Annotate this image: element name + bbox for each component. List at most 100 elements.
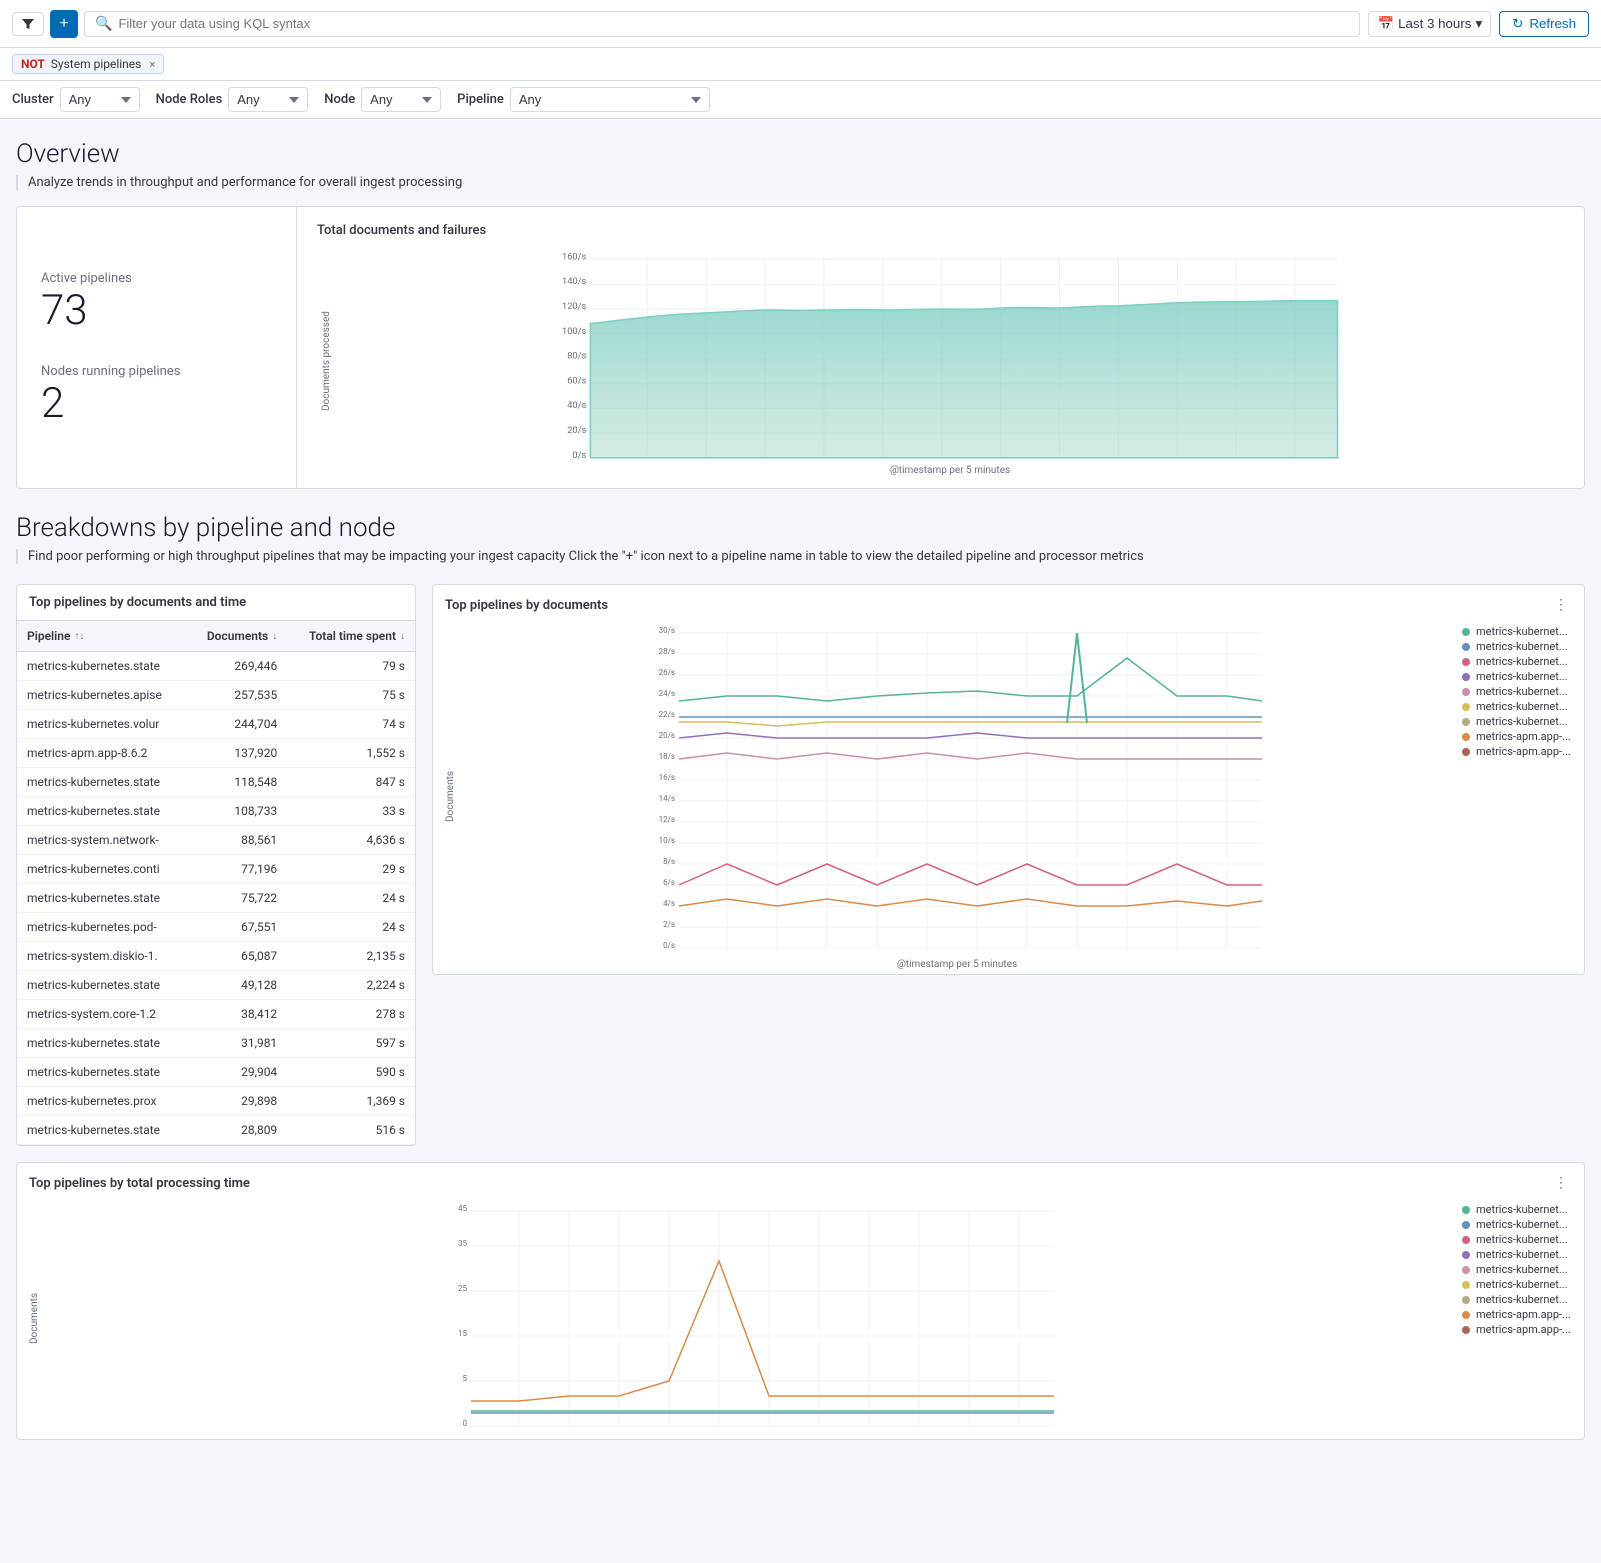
- filter-icon-btn[interactable]: [12, 12, 44, 36]
- table-row: metrics-kubernetes.state 118,548 847 s: [17, 768, 415, 797]
- svg-text:45: 45: [458, 1204, 467, 1213]
- svg-text:160/s: 160/s: [562, 251, 586, 262]
- cluster-select[interactable]: Any: [60, 87, 140, 112]
- svg-text:40/s: 40/s: [567, 400, 586, 411]
- filter-tag-text: System pipelines: [51, 57, 142, 71]
- breakdowns-subtitle: Find poor performing or high throughput …: [16, 549, 1585, 564]
- pipeline-cell: metrics-kubernetes.state: [17, 1058, 188, 1087]
- table-row: metrics-system.network- 88,561 4,636 s: [17, 826, 415, 855]
- search-icon: 🔍: [95, 16, 112, 32]
- cluster-dropdown-group: Cluster Any: [12, 87, 140, 112]
- pipeline-cell: metrics-kubernetes.state: [17, 1116, 188, 1145]
- legend-item: metrics-kubernet...: [1462, 685, 1576, 698]
- svg-text:0/s: 0/s: [572, 450, 586, 461]
- svg-text:8/s: 8/s: [663, 857, 675, 866]
- toolbar-right: 📅 Last 3 hours ▾ ↻ Refresh: [1368, 11, 1589, 37]
- svg-text:140/s: 140/s: [562, 276, 586, 287]
- svg-text:100/s: 100/s: [562, 326, 586, 337]
- table-row: metrics-kubernetes.state 31,981 597 s: [17, 1029, 415, 1058]
- node-roles-select[interactable]: Any: [228, 87, 308, 112]
- pipeline-select[interactable]: Any: [510, 87, 710, 112]
- toolbar-left: + 🔍: [12, 10, 1360, 38]
- time-cell: 4,636 s: [287, 826, 415, 855]
- search-input[interactable]: [118, 16, 1349, 31]
- time-range-button[interactable]: 📅 Last 3 hours ▾: [1368, 11, 1491, 37]
- time-cell: 1,552 s: [287, 739, 415, 768]
- dropdowns-bar: Cluster Any Node Roles Any Node Any Pipe…: [0, 81, 1601, 119]
- pipeline-cell: metrics-kubernetes.state: [17, 652, 188, 681]
- time-cell: 24 s: [287, 884, 415, 913]
- documents-cell: 244,704: [188, 710, 288, 739]
- documents-cell: 49,128: [188, 971, 288, 1000]
- time-chart-title: Top pipelines by total processing time: [29, 1176, 250, 1191]
- svg-text:25: 25: [458, 1284, 467, 1293]
- nodes-running-value: 2: [41, 383, 272, 425]
- svg-text:120/s: 120/s: [562, 301, 586, 312]
- legend-item: metrics-kubernet...: [1462, 715, 1576, 728]
- pipeline-dropdown-group: Pipeline Any: [457, 87, 1589, 112]
- legend-item: metrics-apm.app-...: [1462, 1308, 1576, 1321]
- active-pipelines-stat: Active pipelines 73: [41, 271, 272, 332]
- search-bar: 🔍: [84, 11, 1360, 37]
- docs-chart-with-legend: Documents 0/s 2/s 4/s 6/s 8/s 10/s 12/s: [433, 615, 1584, 974]
- legend-item: metrics-kubernet...: [1462, 1203, 1576, 1216]
- time-cell: 74 s: [287, 710, 415, 739]
- docs-chart-panel: Top pipelines by documents ⋮ Documents 0…: [432, 584, 1585, 975]
- pipeline-cell: metrics-apm.app-8.6.2: [17, 739, 188, 768]
- documents-cell: 257,535: [188, 681, 288, 710]
- col-time-header[interactable]: Total time spent ↓: [287, 621, 415, 652]
- pipeline-cell: metrics-kubernetes.conti: [17, 855, 188, 884]
- pipeline-cell: metrics-kubernetes.state: [17, 797, 188, 826]
- node-roles-dropdown-group: Node Roles Any: [156, 87, 309, 112]
- time-cell: 847 s: [287, 768, 415, 797]
- pipeline-cell: metrics-kubernetes.apise: [17, 681, 188, 710]
- add-filter-button[interactable]: +: [50, 10, 78, 38]
- legend-item: metrics-kubernet...: [1462, 1218, 1576, 1231]
- col-pipeline-header[interactable]: Pipeline ↑↓: [17, 621, 188, 652]
- documents-cell: 65,087: [188, 942, 288, 971]
- svg-text:16/s: 16/s: [659, 773, 675, 782]
- stats-column: Active pipelines 73 Nodes running pipeli…: [17, 207, 297, 488]
- cluster-label: Cluster: [12, 92, 54, 107]
- chevron-down-icon: ▾: [1475, 16, 1482, 32]
- pipeline-label: Pipeline: [457, 92, 504, 107]
- docs-x-axis-label: @timestamp per 5 minutes: [460, 959, 1454, 970]
- table-row: metrics-kubernetes.state 75,722 24 s: [17, 884, 415, 913]
- table-row: metrics-kubernetes.state 108,733 33 s: [17, 797, 415, 826]
- overview-title: Overview: [16, 139, 1585, 169]
- legend-item: metrics-kubernet...: [1462, 670, 1576, 683]
- documents-cell: 77,196: [188, 855, 288, 884]
- svg-text:20/s: 20/s: [567, 425, 586, 436]
- documents-cell: 118,548: [188, 768, 288, 797]
- time-cell: 79 s: [287, 652, 415, 681]
- pipeline-cell: metrics-system.network-: [17, 826, 188, 855]
- filter-tag-close[interactable]: ×: [149, 58, 155, 71]
- node-roles-label: Node Roles: [156, 92, 223, 107]
- legend-item: metrics-kubernet...: [1462, 1248, 1576, 1261]
- active-pipelines-label: Active pipelines: [41, 271, 272, 286]
- table-row: metrics-kubernetes.apise 257,535 75 s: [17, 681, 415, 710]
- time-chart-legend: metrics-kubernet... metrics-kubernet... me…: [1454, 1193, 1584, 1439]
- svg-text:2/s: 2/s: [663, 920, 675, 929]
- time-chart-menu[interactable]: ⋮: [1550, 1173, 1572, 1193]
- docs-chart-menu[interactable]: ⋮: [1550, 595, 1572, 615]
- docs-chart-title: Top pipelines by documents: [445, 598, 608, 613]
- time-cell: 33 s: [287, 797, 415, 826]
- time-range-label: Last 3 hours: [1398, 16, 1471, 31]
- refresh-button[interactable]: ↻ Refresh: [1499, 11, 1589, 37]
- legend-item: metrics-kubernet...: [1462, 655, 1576, 668]
- svg-text:22/s: 22/s: [659, 710, 675, 719]
- documents-cell: 108,733: [188, 797, 288, 826]
- pipeline-cell: metrics-kubernetes.state: [17, 768, 188, 797]
- time-cell: 597 s: [287, 1029, 415, 1058]
- svg-text:30/s: 30/s: [659, 626, 675, 635]
- col-documents-header[interactable]: Documents ↓: [188, 621, 288, 652]
- time-cell: 590 s: [287, 1058, 415, 1087]
- node-select[interactable]: Any: [361, 87, 441, 112]
- legend-item: metrics-kubernet...: [1462, 1263, 1576, 1276]
- time-cell: 75 s: [287, 681, 415, 710]
- pipeline-cell: metrics-kubernetes.state: [17, 884, 188, 913]
- pipeline-cell: metrics-kubernetes.state: [17, 971, 188, 1000]
- legend-item: metrics-kubernet...: [1462, 1233, 1576, 1246]
- documents-cell: 29,898: [188, 1087, 288, 1116]
